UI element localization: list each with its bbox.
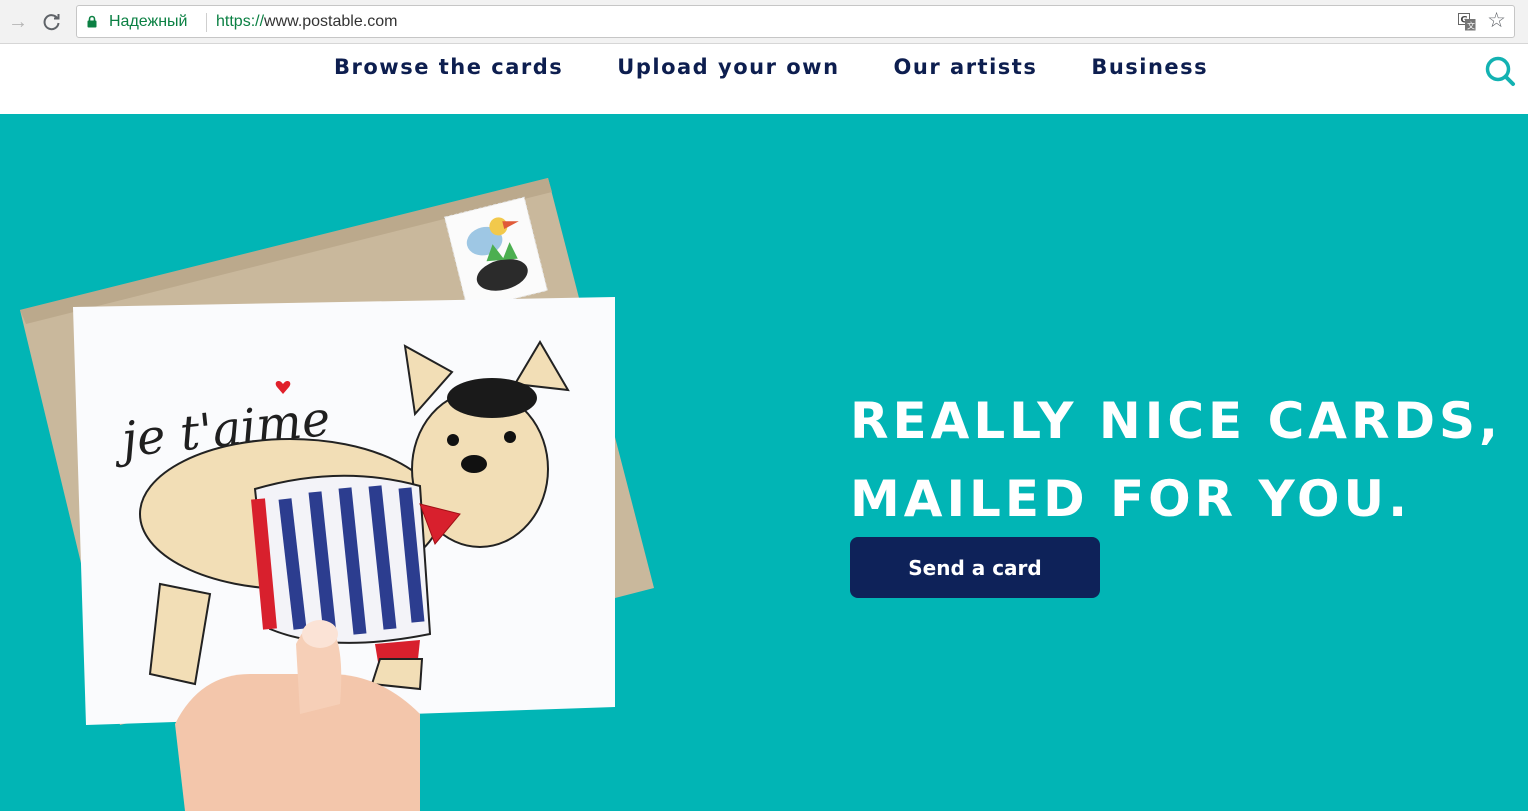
browser-toolbar: → Надежный https://www.postable.com G 文 … bbox=[0, 0, 1528, 44]
reload-icon[interactable] bbox=[40, 10, 64, 34]
omnibox-divider bbox=[206, 13, 207, 32]
headline-line-2: MAILED FOR YOU. bbox=[850, 470, 1412, 528]
nav-browse-cards[interactable]: Browse the cards bbox=[334, 55, 563, 79]
search-icon[interactable] bbox=[1484, 55, 1516, 87]
address-bar[interactable]: Надежный https://www.postable.com G 文 ☆ bbox=[76, 5, 1515, 38]
arrow-forward-icon[interactable]: → bbox=[6, 10, 30, 34]
send-a-card-button[interactable]: Send a card bbox=[850, 537, 1100, 598]
hero-section: je t'aime REALLY NICE CARDS, MAILED FOR … bbox=[0, 114, 1528, 811]
nav-upload-your-own[interactable]: Upload your own bbox=[617, 55, 839, 79]
svg-text:文: 文 bbox=[1467, 21, 1475, 31]
hero-illustration: je t'aime bbox=[20, 178, 654, 811]
star-icon[interactable]: ☆ bbox=[1487, 9, 1506, 33]
lock-icon bbox=[87, 15, 97, 28]
hero-headline: REALLY NICE CARDS, MAILED FOR YOU. bbox=[850, 382, 1503, 538]
url-text[interactable]: https://www.postable.com bbox=[216, 13, 397, 31]
url-scheme: https:// bbox=[216, 13, 265, 30]
nav-our-artists[interactable]: Our artists bbox=[894, 55, 1038, 79]
headline-line-1: REALLY NICE CARDS, bbox=[850, 392, 1503, 450]
translate-icon[interactable]: G 文 bbox=[1458, 13, 1476, 31]
security-label[interactable]: Надежный bbox=[109, 13, 187, 31]
nav-business[interactable]: Business bbox=[1091, 55, 1208, 79]
url-host: www.postable.com bbox=[264, 13, 398, 30]
main-nav: Browse the cards Upload your own Our art… bbox=[334, 55, 1262, 79]
site-header: Browse the cards Upload your own Our art… bbox=[0, 45, 1528, 114]
